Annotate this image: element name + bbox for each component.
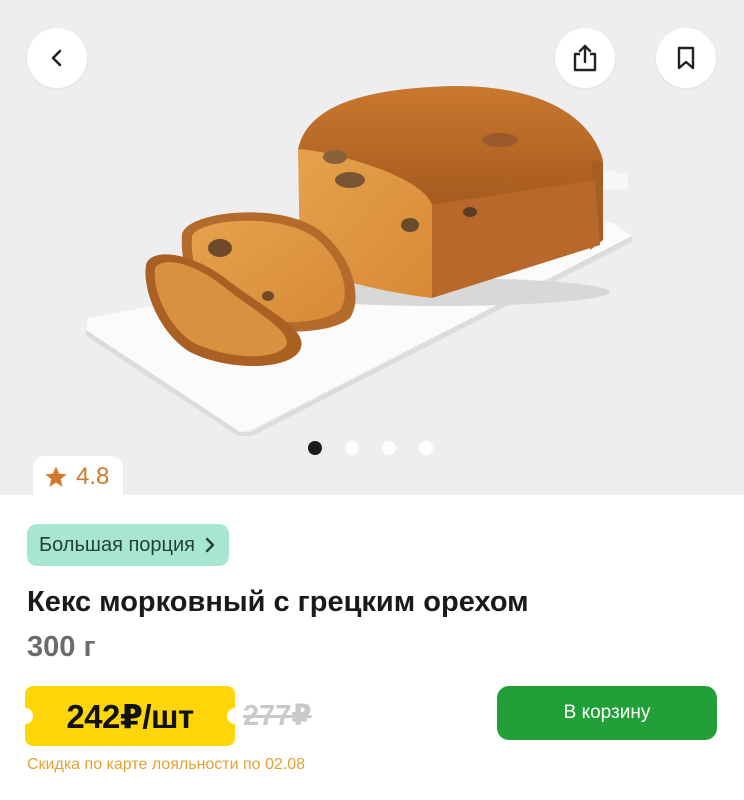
bookmark-button[interactable] bbox=[656, 28, 716, 88]
bookmark-icon bbox=[677, 46, 695, 70]
pagination-dot[interactable] bbox=[308, 441, 322, 455]
gallery-pagination[interactable] bbox=[308, 441, 433, 455]
share-button[interactable] bbox=[555, 28, 615, 88]
chevron-right-icon bbox=[205, 537, 215, 553]
product-gallery[interactable] bbox=[0, 0, 744, 495]
current-price: 242₽/шт bbox=[66, 697, 194, 735]
product-title: Кекс морковный с грецким орехом bbox=[27, 586, 529, 618]
back-button[interactable] bbox=[27, 28, 87, 88]
portion-tag[interactable]: Большая порция bbox=[27, 524, 229, 566]
product-weight: 300 г bbox=[27, 631, 96, 663]
star-icon bbox=[45, 466, 67, 487]
portion-tag-label: Большая порция bbox=[39, 533, 195, 556]
share-icon bbox=[573, 44, 597, 72]
loyalty-discount-note: Скидка по карте лояльности по 02.08 bbox=[27, 756, 306, 773]
rating-value: 4.8 bbox=[76, 463, 110, 490]
price-tag: 242₽/шт bbox=[17, 686, 243, 746]
pagination-dot[interactable] bbox=[419, 441, 433, 455]
chevron-left-icon bbox=[51, 49, 62, 67]
add-to-cart-button[interactable]: В корзину bbox=[497, 686, 717, 740]
pagination-dot[interactable] bbox=[345, 441, 359, 455]
rating-badge[interactable]: 4.8 bbox=[33, 456, 124, 498]
old-price: 277₽ bbox=[243, 700, 312, 732]
product-photo bbox=[86, 86, 632, 436]
add-to-cart-label: В корзину bbox=[563, 702, 651, 723]
pagination-dot[interactable] bbox=[382, 441, 396, 455]
